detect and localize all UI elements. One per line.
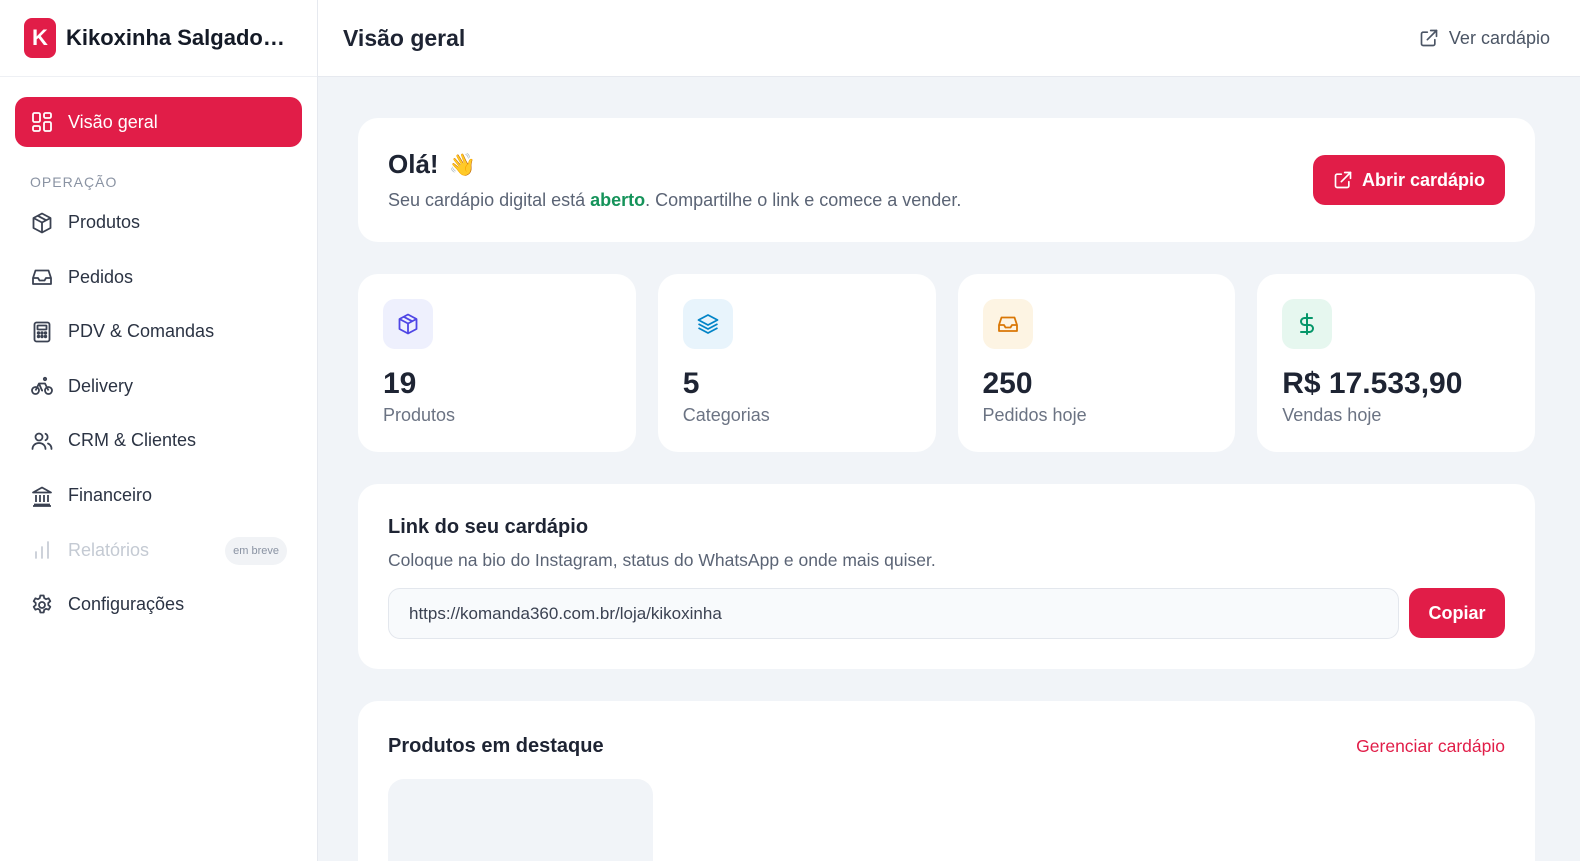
stat-icon-wrap — [1282, 299, 1333, 349]
sidebar-item-label: PDV & Comandas — [68, 321, 215, 342]
sidebar-item-label: Produtos — [68, 212, 141, 233]
stat-icon-wrap — [383, 299, 433, 349]
welcome-card: Olá! 👋 Seu cardápio digital está aberto.… — [358, 118, 1535, 242]
stat-icon-wrap — [682, 299, 733, 349]
sidebar-item-crm[interactable]: CRM & Clientes — [15, 416, 302, 466]
featured-products-card: Produtos em destaque Gerenciar cardápio — [358, 701, 1535, 861]
store-status: aberto — [590, 190, 646, 210]
product-card-placeholder[interactable] — [388, 779, 653, 861]
sidebar-item-label: Relatórios — [68, 539, 150, 560]
sidebar-item-label: Financeiro — [68, 485, 153, 506]
sidebar-item-produtos[interactable]: Produtos — [15, 198, 302, 248]
view-menu-label: Ver cardápio — [1448, 27, 1550, 48]
grid-icon — [30, 110, 54, 134]
stat-label: Vendas hoje — [1282, 405, 1382, 425]
welcome-text-before: Seu cardápio digital está — [388, 190, 591, 210]
link-card-title: Link do seu cardápio — [388, 516, 589, 538]
menu-url-input[interactable] — [388, 588, 1399, 639]
featured-header: Produtos em destaque Gerenciar cardápio — [388, 735, 1505, 758]
stat-value: 5 — [682, 367, 700, 400]
sidebar-nav: Visão geral OPERAÇÃO Produtos Pedidos PD… — [0, 77, 317, 630]
sidebar-section-label: OPERAÇÃO — [30, 173, 118, 190]
stat-value: R$ 17.533,90 — [1282, 367, 1463, 400]
inbox-icon — [997, 316, 1018, 332]
stat-card-products: 19 Produtos — [358, 274, 636, 452]
stat-label: Produtos — [383, 405, 456, 425]
stat-card-sales: R$ 17.533,90 Vendas hoje — [1257, 274, 1535, 452]
stat-card-categories: 5 Categorias — [657, 274, 936, 452]
coming-soon-badge: em breve — [225, 537, 287, 566]
brand[interactable]: K Kikoxinha Salgados e Lanches — [0, 0, 317, 77]
sidebar-item-label: CRM & Clientes — [68, 430, 197, 451]
welcome-heading: Olá! 👋 — [388, 149, 961, 180]
view-menu-link[interactable]: Ver cardápio — [1419, 28, 1550, 49]
stat-icon-wrap — [982, 299, 1033, 349]
sidebar-item-label: Delivery — [68, 375, 134, 396]
sidebar: K Kikoxinha Salgados e Lanches Visão ger… — [0, 0, 318, 861]
brand-name: Kikoxinha Salgados e Lanches — [66, 25, 288, 50]
sidebar-item-pdv[interactable]: PDV & Comandas — [15, 307, 302, 357]
page-title: Visão geral — [343, 24, 466, 51]
sidebar-item-configuracoes[interactable]: Configurações — [15, 580, 302, 630]
top-header: Visão geral Ver cardápio — [318, 0, 1580, 77]
greeting: Olá! — [388, 149, 439, 179]
layers-icon — [697, 314, 719, 334]
stat-value: 19 — [383, 367, 417, 400]
sidebar-item-relatorios: Relatórios em breve — [15, 525, 302, 575]
brand-logo: K — [24, 18, 56, 58]
stat-label: Pedidos hoje — [982, 405, 1087, 425]
stat-value: 250 — [982, 367, 1033, 400]
stat-card-orders: 250 Pedidos hoje — [957, 274, 1236, 452]
external-link-icon — [1419, 28, 1439, 48]
link-row: Copiar — [388, 588, 1505, 639]
open-menu-label: Abrir cardápio — [1361, 169, 1485, 190]
box-icon — [398, 313, 418, 335]
sidebar-item-pedidos[interactable]: Pedidos — [15, 252, 302, 302]
manage-menu-link[interactable]: Gerenciar cardápio — [1356, 736, 1505, 757]
calculator-icon — [30, 320, 54, 344]
users-icon — [30, 429, 54, 453]
copy-button[interactable]: Copiar — [1409, 588, 1505, 638]
sidebar-item-delivery[interactable]: Delivery — [15, 361, 302, 411]
gear-icon — [30, 593, 54, 617]
sidebar-item-financeiro[interactable]: Financeiro — [15, 471, 302, 521]
waving-hand-icon: 👋 — [448, 151, 476, 177]
welcome-message: Seu cardápio digital está aberto. Compar… — [388, 190, 961, 211]
stat-label: Categorias — [682, 405, 770, 425]
main-content: Olá! 👋 Seu cardápio digital está aberto.… — [358, 118, 1535, 861]
inbox-icon — [30, 265, 54, 289]
menu-link-card: Link do seu cardápio Coloque na bio do I… — [358, 484, 1535, 669]
featured-title: Produtos em destaque — [388, 735, 604, 757]
bank-icon — [30, 484, 54, 508]
sidebar-item-label: Visão geral — [68, 111, 158, 132]
dollar-icon — [1300, 313, 1315, 335]
external-link-icon — [1333, 170, 1353, 190]
sidebar-item-label: Pedidos — [68, 266, 134, 287]
sidebar-item-overview[interactable]: Visão geral — [15, 97, 302, 147]
box-icon — [30, 211, 54, 235]
open-menu-button[interactable]: Abrir cardápio — [1312, 155, 1505, 205]
bar-chart-icon — [30, 538, 54, 562]
bicycle-icon — [30, 374, 54, 398]
stats-row: 19 Produtos 5 Categorias 250 Pedidos hoj… — [358, 274, 1535, 452]
link-card-subtitle: Coloque na bio do Instagram, status do W… — [388, 550, 936, 570]
sidebar-item-label: Configurações — [68, 594, 185, 615]
welcome-text-after: . Compartilhe o link e comece a vender. — [645, 190, 962, 210]
